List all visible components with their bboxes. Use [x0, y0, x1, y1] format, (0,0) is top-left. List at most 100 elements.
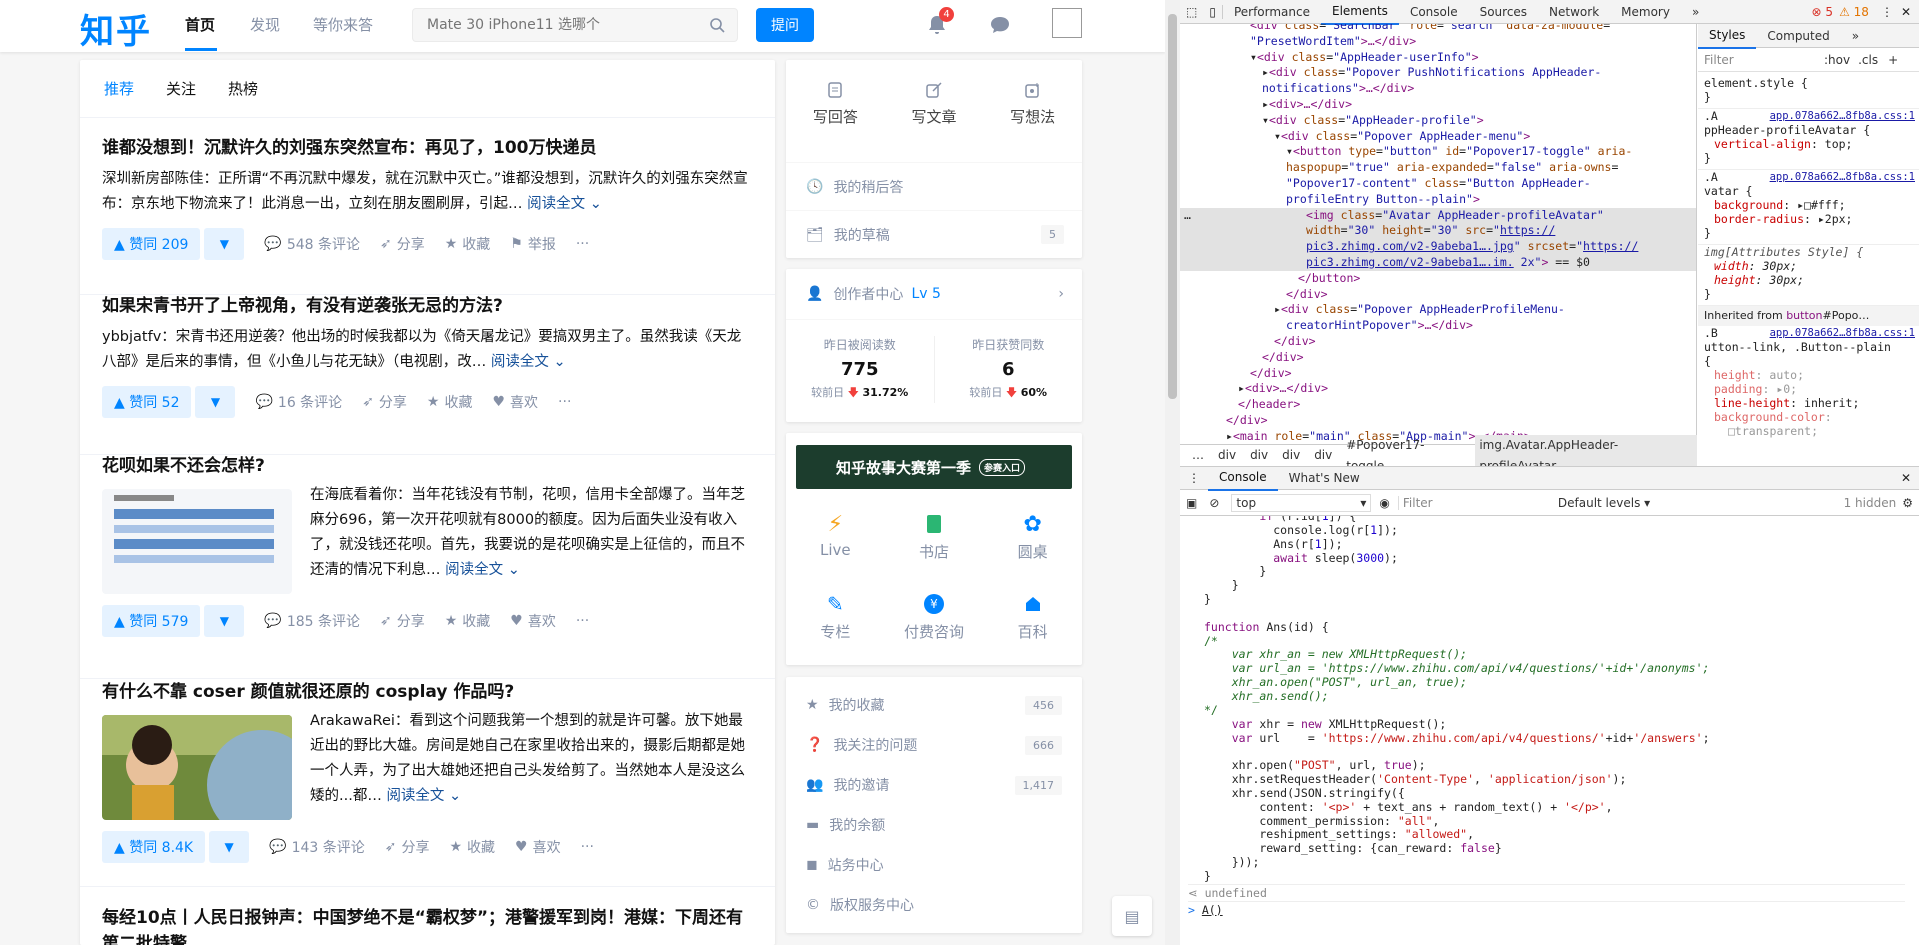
tab-memory[interactable]: Memory	[1610, 0, 1681, 24]
page-scrollbar-thumb[interactable]	[1168, 14, 1177, 399]
drafts-link[interactable]: 🗂 我的草稿 5	[786, 210, 1082, 258]
share-button[interactable]: ➶ 分享	[380, 611, 425, 631]
favorite-button[interactable]: ★ 收藏	[445, 611, 491, 631]
dom-line[interactable]: </button>	[1180, 271, 1696, 287]
dom-line[interactable]: "Popover17-content" class="Button AppHea…	[1180, 176, 1696, 192]
close-drawer-icon[interactable]: ✕	[1901, 471, 1911, 485]
dom-line[interactable]: </div>	[1180, 334, 1696, 350]
feed-item-title[interactable]: 每经10点丨人民日报钟声：中国梦绝不是“霸权梦”；港警援军到岗！港媒：下周还有第…	[102, 905, 752, 945]
clear-console-icon[interactable]: ⊘	[1203, 496, 1225, 510]
breadcrumb-item[interactable]: div	[1250, 445, 1268, 466]
tab-styles[interactable]: Styles	[1698, 24, 1757, 49]
thumbnail-image[interactable]	[102, 489, 292, 594]
close-icon[interactable]: ✕	[1901, 5, 1911, 19]
inspect-icon[interactable]: ⬚	[1180, 5, 1203, 19]
console-prompt[interactable]: > A()	[1188, 900, 1905, 918]
read-more-link[interactable]: 阅读全文 ⌄	[445, 562, 520, 578]
tab-console-drawer[interactable]: Console	[1208, 465, 1278, 491]
hov-toggle[interactable]: :hov	[1824, 53, 1850, 67]
read-more-link[interactable]: 阅读全文 ⌄	[527, 196, 602, 212]
log-levels-select[interactable]: Default levels ▾	[1558, 496, 1650, 510]
tab-whats-new[interactable]: What's New	[1278, 466, 1371, 490]
my-invites-link[interactable]: 👥 我的邀请 1,417	[786, 765, 1082, 805]
style-rule-line[interactable]: line-height: inherit;	[1698, 396, 1919, 410]
upvote-button[interactable]: ▲ 赞同 8.4K	[102, 831, 206, 863]
site-center-link[interactable]: ◼ 站务中心	[786, 845, 1082, 885]
nav-home[interactable]: 首页	[185, 14, 215, 35]
share-button[interactable]: ➶ 分享	[385, 837, 430, 857]
write-idea-button[interactable]: 写想法	[1010, 82, 1055, 144]
console-filter-input[interactable]: Filter	[1397, 495, 1548, 510]
cls-toggle[interactable]: .cls	[1858, 53, 1878, 67]
feed-item-excerpt[interactable]: ybbjatfv：宋青书还用逆袭？他出场的时候我都以为《倚天屠龙记》要搞双男主了…	[102, 325, 752, 375]
tab-performance[interactable]: Performance	[1223, 0, 1321, 24]
tab-follow[interactable]: 关注	[166, 60, 196, 118]
like-button[interactable]: ♥ 喜欢	[492, 392, 538, 412]
style-rule-line[interactable]: {	[1698, 354, 1919, 368]
dom-line[interactable]: <div class="SearchBar" role="search" dat…	[1180, 24, 1696, 34]
styles-filter-input[interactable]: Filter	[1704, 53, 1824, 67]
dom-line[interactable]: </header>	[1180, 397, 1696, 413]
comment-button[interactable]: 💬 185 条评论	[264, 611, 360, 631]
breadcrumb-item[interactable]: div	[1282, 445, 1300, 466]
console-output[interactable]: if (r.id[1]) { console.log(r[1]); Ans(r[…	[1180, 516, 1905, 945]
eye-icon[interactable]: ◉	[1371, 496, 1397, 510]
live-link[interactable]: ⚡ Live	[786, 507, 885, 587]
style-rule-line[interactable]: width: 30px;	[1698, 259, 1919, 273]
tab-sources[interactable]: Sources	[1469, 0, 1538, 24]
write-answer-button[interactable]: 写回答	[813, 82, 858, 144]
tab-computed[interactable]: Computed	[1756, 24, 1840, 48]
later-answers-link[interactable]: 🕓 我的稍后答	[786, 162, 1082, 210]
nav-waiting[interactable]: 等你来答	[313, 14, 373, 35]
tab-console[interactable]: Console	[1399, 0, 1469, 24]
style-rule-line[interactable]: height: 30px;	[1698, 273, 1919, 287]
message-icon[interactable]	[988, 13, 1012, 37]
avatar[interactable]	[1052, 8, 1082, 38]
device-toolbar-icon[interactable]: ▯	[1203, 4, 1223, 19]
feed-item-excerpt[interactable]: 深圳新房部陈佳：正所谓“不再沉默中爆发，就在沉默中灭亡。”谁都没想到，沉默许久的…	[102, 167, 752, 217]
report-button[interactable]: ⚑ 举报	[510, 234, 556, 254]
style-rule-line[interactable]: }	[1698, 151, 1919, 170]
downvote-button[interactable]: ▼	[209, 831, 250, 863]
dom-line[interactable]: ▾<div class="AppHeader-profile">	[1180, 113, 1696, 129]
like-button[interactable]: ♥ 喜欢	[510, 611, 556, 631]
style-rule-line[interactable]: vertical-align: top;	[1698, 137, 1919, 151]
style-rule-line[interactable]: padding: ▸0;	[1698, 382, 1919, 396]
dom-line[interactable]: "PresetWordItem">…</div>	[1180, 34, 1696, 50]
share-button[interactable]: ➶ 分享	[380, 234, 425, 254]
add-rule-icon[interactable]: +	[1888, 53, 1898, 67]
dom-line[interactable]: profileEntry Button--plain">	[1180, 192, 1696, 208]
comment-button[interactable]: 💬 548 条评论	[264, 234, 360, 254]
breadcrumb-item[interactable]: div	[1314, 445, 1332, 466]
favorite-button[interactable]: ★ 收藏	[427, 392, 473, 412]
style-rule-line[interactable]: ppHeader-profileAvatar {	[1698, 123, 1919, 137]
tab-network[interactable]: Network	[1538, 0, 1610, 24]
read-more-link[interactable]: 阅读全文 ⌄	[386, 788, 461, 804]
tab-elements[interactable]: Elements	[1321, 0, 1399, 25]
upvote-button[interactable]: ▲ 赞同 209	[102, 228, 201, 260]
favorite-button[interactable]: ★ 收藏	[445, 234, 491, 254]
drawer-menu-icon[interactable]: ⋮	[1180, 471, 1208, 485]
my-favorites-link[interactable]: ★ 我的收藏 456	[786, 685, 1082, 725]
more-button[interactable]: ···	[576, 236, 589, 252]
dom-line[interactable]: ▸<div>…</div>	[1180, 381, 1696, 397]
elements-tree[interactable]: <div class="SearchBar" role="search" dat…	[1180, 24, 1697, 444]
comment-button[interactable]: 💬 143 条评论	[269, 837, 365, 857]
dom-line[interactable]: ▸<div class="Popover AppHeaderProfileMen…	[1180, 302, 1696, 318]
dom-line[interactable]: </div>	[1180, 413, 1696, 429]
downvote-button[interactable]: ▼	[195, 386, 236, 418]
style-rule-line[interactable]: utton--link, .Button--plain	[1698, 340, 1919, 354]
more-button[interactable]: ···	[558, 394, 571, 410]
dom-line[interactable]: </div>	[1180, 366, 1696, 382]
column-link[interactable]: ✎ 专栏	[786, 587, 885, 667]
style-rule-line[interactable]: }	[1698, 287, 1919, 306]
breadcrumb-item[interactable]: …	[1192, 445, 1204, 466]
story-contest-banner[interactable]: 知乎故事大赛第一季 参赛入口	[796, 445, 1072, 489]
feed-item-title[interactable]: 有什么不靠 coser 颜值就很还原的 cosplay 作品吗?	[102, 679, 752, 705]
style-rule-line[interactable]: element.style {	[1698, 76, 1919, 90]
console-settings-icon[interactable]: ⚙	[1896, 496, 1919, 510]
thumbnail-image[interactable]	[102, 715, 292, 820]
ask-button[interactable]: 提问	[756, 8, 814, 42]
my-balance-link[interactable]: ▬ 我的余额	[786, 805, 1082, 845]
dom-line[interactable]: haspopup="true" aria-expanded="false" ar…	[1180, 160, 1696, 176]
